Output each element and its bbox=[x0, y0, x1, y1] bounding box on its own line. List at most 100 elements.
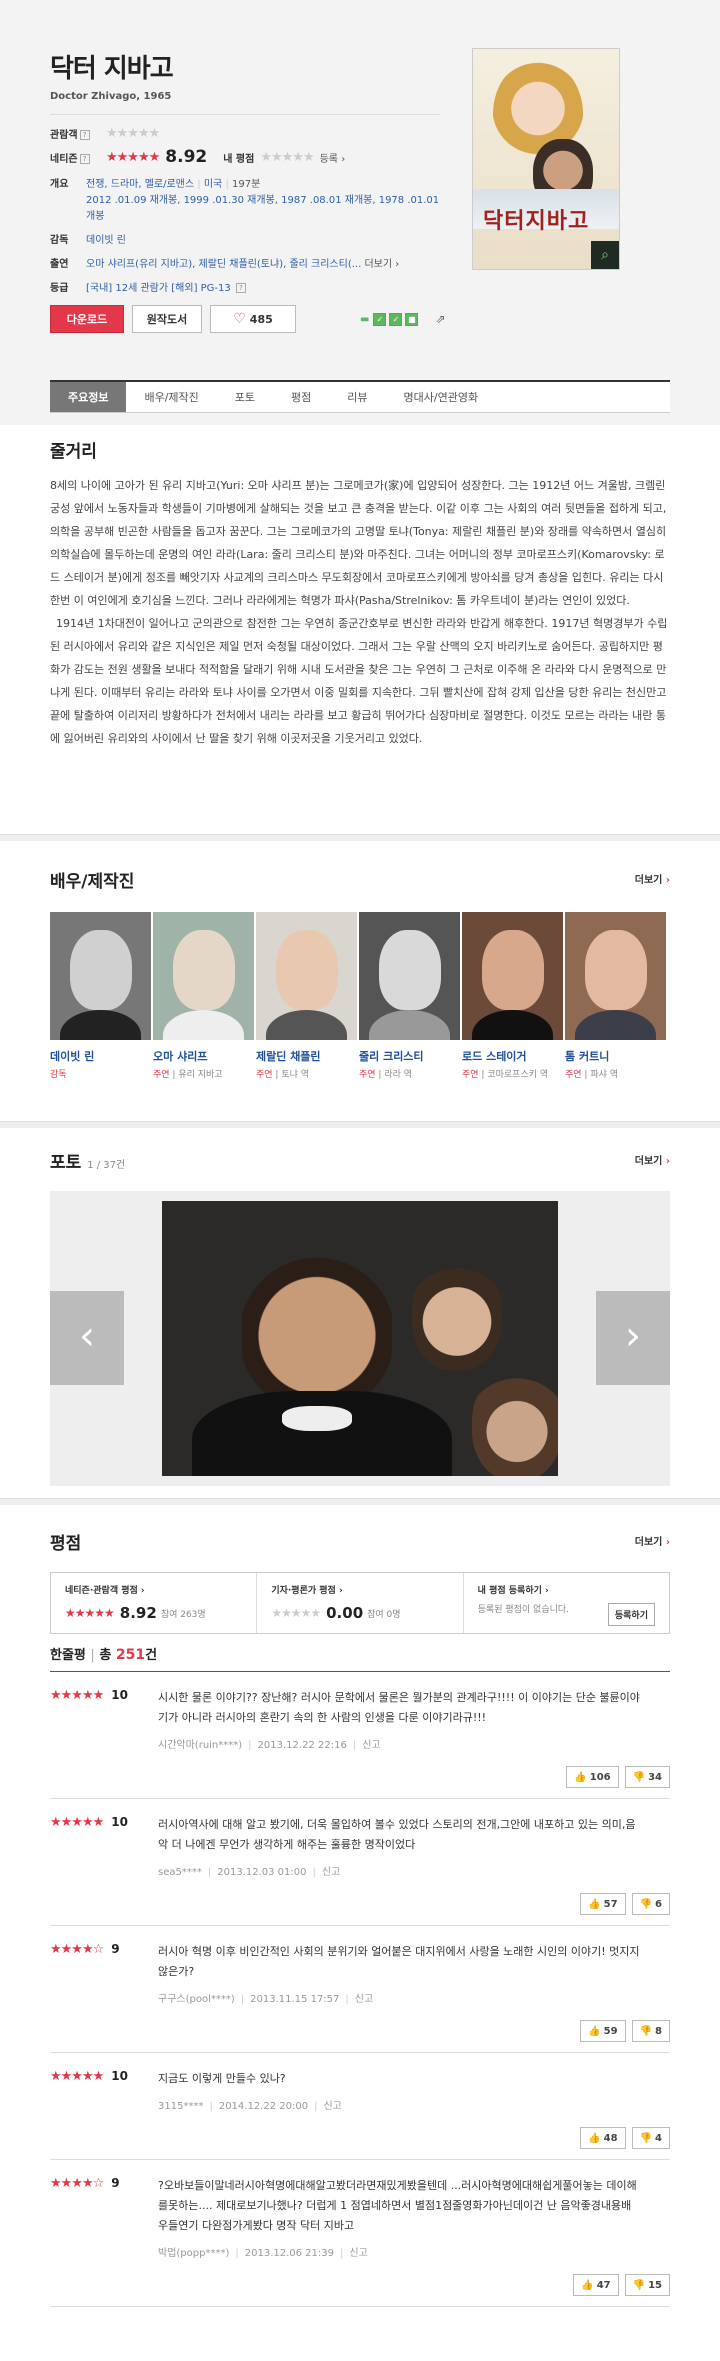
upvote-button[interactable]: 👍 57 bbox=[580, 1893, 626, 1915]
original-book-button[interactable]: 원작도서 bbox=[132, 305, 202, 333]
person-photo[interactable] bbox=[256, 912, 357, 1040]
thumbs-up-icon: 👍 bbox=[588, 1898, 601, 1910]
grade-link[interactable]: [국내] 12세 관람가 [해외] PG-13 bbox=[86, 283, 231, 294]
story-text: 8세의 나이에 고아가 된 유리 지바고(Yuri: 오마 샤리프 분)는 그로… bbox=[50, 479, 668, 745]
my-rating-stars[interactable]: ★★★★★ bbox=[260, 150, 314, 165]
thumbs-up-icon: 👍 bbox=[574, 1771, 587, 1783]
critic-rating-box[interactable]: 기자·평론가 평점 ★★★★★0.00참여 0명 bbox=[257, 1573, 464, 1633]
thumbs-down-icon: 👎 bbox=[639, 2132, 653, 2144]
review-list: ★★★★★ 10 시시한 물론 이야기?? 장난해? 러시아 문학에서 물론은 뭘… bbox=[50, 1672, 670, 2307]
review-text: ?오바보들이말네러시아혁명에대해알고봤더라면재밌게봤을텐데 ...러시아혁명에대… bbox=[158, 2179, 637, 2232]
tab-quotes[interactable]: 명대사/연관영화 bbox=[386, 382, 497, 412]
movie-header: 닥터 지바고 Doctor Zhivago, 1965 관람객? ★★★★★ 네… bbox=[0, 0, 720, 425]
help-icon[interactable]: ? bbox=[79, 129, 90, 140]
thumbs-down-icon: 👎 bbox=[639, 1898, 653, 1910]
cast-person[interactable]: 오마 샤리프 주연 | 유리 지바고 bbox=[153, 912, 256, 1082]
tab-main-info[interactable]: 주요정보 bbox=[50, 382, 127, 412]
country-link[interactable]: 미국 bbox=[204, 179, 222, 190]
rating-more-link[interactable]: 더보기 bbox=[635, 1533, 670, 1548]
report-link[interactable]: 신고 bbox=[349, 2248, 367, 2259]
thumbs-up-icon: 👍 bbox=[581, 2279, 594, 2291]
share-icon[interactable]: ⇗ bbox=[435, 312, 445, 326]
my-rating-box: 내 평점 등록하기 등록된 평점이 없습니다. 등록하기 bbox=[464, 1573, 669, 1633]
person-photo[interactable] bbox=[50, 912, 151, 1040]
downvote-button[interactable]: 👎 6 bbox=[631, 1893, 670, 1915]
report-link[interactable]: 신고 bbox=[322, 1867, 340, 1878]
upvote-button[interactable]: 👍 59 bbox=[580, 2020, 626, 2042]
photo-more-link[interactable]: 더보기 bbox=[635, 1152, 670, 1167]
downvote-button[interactable]: 👎 8 bbox=[631, 2020, 670, 2042]
thumbs-up-icon: 👍 bbox=[588, 2025, 601, 2037]
sns-share-icon[interactable]: ✓ bbox=[389, 312, 403, 326]
cast-section-title: 배우/제작진 bbox=[50, 872, 135, 892]
netizen-stars: ★★★★★ bbox=[106, 149, 160, 165]
like-button[interactable]: ♡ 485 bbox=[210, 305, 296, 333]
person-photo[interactable] bbox=[462, 912, 563, 1040]
rating-section-title: 평점 bbox=[50, 1534, 82, 1554]
tab-cast[interactable]: 배우/제작진 bbox=[126, 382, 216, 412]
movie-info: 개요 전쟁, 드라마, 멜로/로맨스 | 미국 | 197분 2012 .01.… bbox=[50, 179, 440, 294]
review-item: ★★★★☆ 9 러시아 혁명 이후 비인간적인 사회의 분위기와 얼어붙은 대지위… bbox=[50, 1926, 670, 2053]
tab-review[interactable]: 리뷰 bbox=[329, 382, 385, 412]
cast-list: 데이빗 린 감독 오마 샤리프 주연 | 유리 지바고 제랄딘 채플린 주연 |… bbox=[50, 912, 670, 1082]
report-link[interactable]: 신고 bbox=[323, 2101, 341, 2112]
review-text: 러시아역사에 대해 알고 봤기에, 더욱 몰입하여 볼수 있었다 스토리의 전개… bbox=[158, 1818, 636, 1851]
photo-prev-button[interactable]: ‹ bbox=[50, 1291, 124, 1385]
cast-person[interactable]: 로드 스테이거 주연 | 코마로프스키 역 bbox=[462, 912, 565, 1082]
downvote-button[interactable]: 👎 34 bbox=[624, 1766, 670, 1788]
oneliner-header: 한줄평 | 총 251건 bbox=[50, 1644, 670, 1672]
downvote-button[interactable]: 👎 15 bbox=[624, 2274, 670, 2296]
register-rating-link[interactable]: 등록 › bbox=[320, 150, 346, 165]
tab-rating[interactable]: 평점 bbox=[273, 382, 329, 412]
poster-title: 닥터지바고 bbox=[483, 209, 590, 234]
cast-person[interactable]: 데이빗 린 감독 bbox=[50, 912, 153, 1082]
downvote-button[interactable]: 👎 4 bbox=[631, 2127, 670, 2149]
netizen-score: 8.92 bbox=[165, 147, 208, 167]
cast-person[interactable]: 톰 커트니 주연 | 파샤 역 bbox=[565, 912, 668, 1082]
cast-person[interactable]: 줄리 크리스티 주연 | 라라 역 bbox=[359, 912, 462, 1082]
release-dates[interactable]: 2012 .01.09 재개봉, 1999 .01.30 재개봉, 1987 .… bbox=[86, 195, 439, 222]
cast-links[interactable]: 오마 샤리프(유리 지바고), 제랄딘 채플린(토냐), 줄리 크리스티(... bbox=[86, 259, 361, 270]
report-link[interactable]: 신고 bbox=[355, 1994, 373, 2005]
cast-person[interactable]: 제랄딘 채플린 주연 | 토냐 역 bbox=[256, 912, 359, 1082]
cast-more-link[interactable]: 더보기 › bbox=[364, 259, 399, 270]
report-link[interactable]: 신고 bbox=[362, 1740, 380, 1751]
thumbs-down-icon: 👎 bbox=[632, 2279, 646, 2291]
cast-more-link[interactable]: 더보기 bbox=[635, 871, 670, 886]
photo-count: 1 / 37건 bbox=[87, 1160, 126, 1171]
sns-share-icon[interactable]: ■ bbox=[405, 312, 419, 326]
help-icon[interactable]: ? bbox=[79, 153, 90, 164]
still-photo[interactable] bbox=[162, 1201, 558, 1476]
upvote-button[interactable]: 👍 48 bbox=[580, 2127, 626, 2149]
thumbs-down-icon: 👎 bbox=[639, 2025, 653, 2037]
review-text: 시시한 물론 이야기?? 장난해? 러시아 문학에서 물론은 뭘가분의 관계라구… bbox=[158, 1691, 640, 1724]
thumbs-up-icon: 👍 bbox=[588, 2132, 601, 2144]
netizen-rating-box[interactable]: 네티즌·관람객 평점 ★★★★★8.92참여 263명 bbox=[51, 1573, 258, 1633]
tab-photo[interactable]: 포토 bbox=[217, 382, 273, 412]
sns-share-icon[interactable]: ✓ bbox=[373, 312, 387, 326]
story-title: 줄거리 bbox=[50, 442, 97, 462]
thumbs-down-icon: 👎 bbox=[632, 1771, 646, 1783]
photo-viewer: ‹ › bbox=[50, 1191, 670, 1486]
person-photo[interactable] bbox=[153, 912, 254, 1040]
director-link[interactable]: 데이빗 린 bbox=[86, 235, 126, 246]
person-photo[interactable] bbox=[565, 912, 666, 1040]
sns-icon[interactable]: ▬ bbox=[360, 314, 369, 325]
movie-poster[interactable]: 닥터지바고 ⌕ bbox=[472, 48, 620, 270]
audience-stars: ★★★★★ bbox=[106, 125, 160, 141]
heart-icon: ♡ bbox=[233, 311, 246, 327]
photo-next-button[interactable]: › bbox=[596, 1291, 670, 1385]
genre-link[interactable]: 전쟁, 드라마, 멜로/로맨스 bbox=[86, 179, 194, 190]
tab-bar: 주요정보 배우/제작진 포토 평점 리뷰 명대사/연관영화 bbox=[50, 380, 670, 413]
review-item: ★★★★★ 10 지금도 이렇게 만들수 있나? 3115**** | 2014.12… bbox=[50, 2053, 670, 2160]
photo-section-title: 포토 1 / 37건 bbox=[50, 1153, 126, 1173]
download-button[interactable]: 다운로드 bbox=[50, 305, 124, 333]
upvote-button[interactable]: 👍 47 bbox=[573, 2274, 619, 2296]
zoom-icon[interactable]: ⌕ bbox=[591, 241, 619, 269]
register-rating-button[interactable]: 등록하기 bbox=[607, 1603, 655, 1626]
review-item: ★★★★★ 10 러시아역사에 대해 알고 봤기에, 더욱 몰입하여 볼수 있었다… bbox=[50, 1799, 670, 1926]
person-photo[interactable] bbox=[359, 912, 460, 1040]
help-icon[interactable]: ? bbox=[235, 283, 246, 293]
upvote-button[interactable]: 👍 106 bbox=[566, 1766, 619, 1788]
rating-summary: 네티즌·관람객 평점 ★★★★★8.92참여 263명 기자·평론가 평점 ★★… bbox=[50, 1572, 670, 1634]
